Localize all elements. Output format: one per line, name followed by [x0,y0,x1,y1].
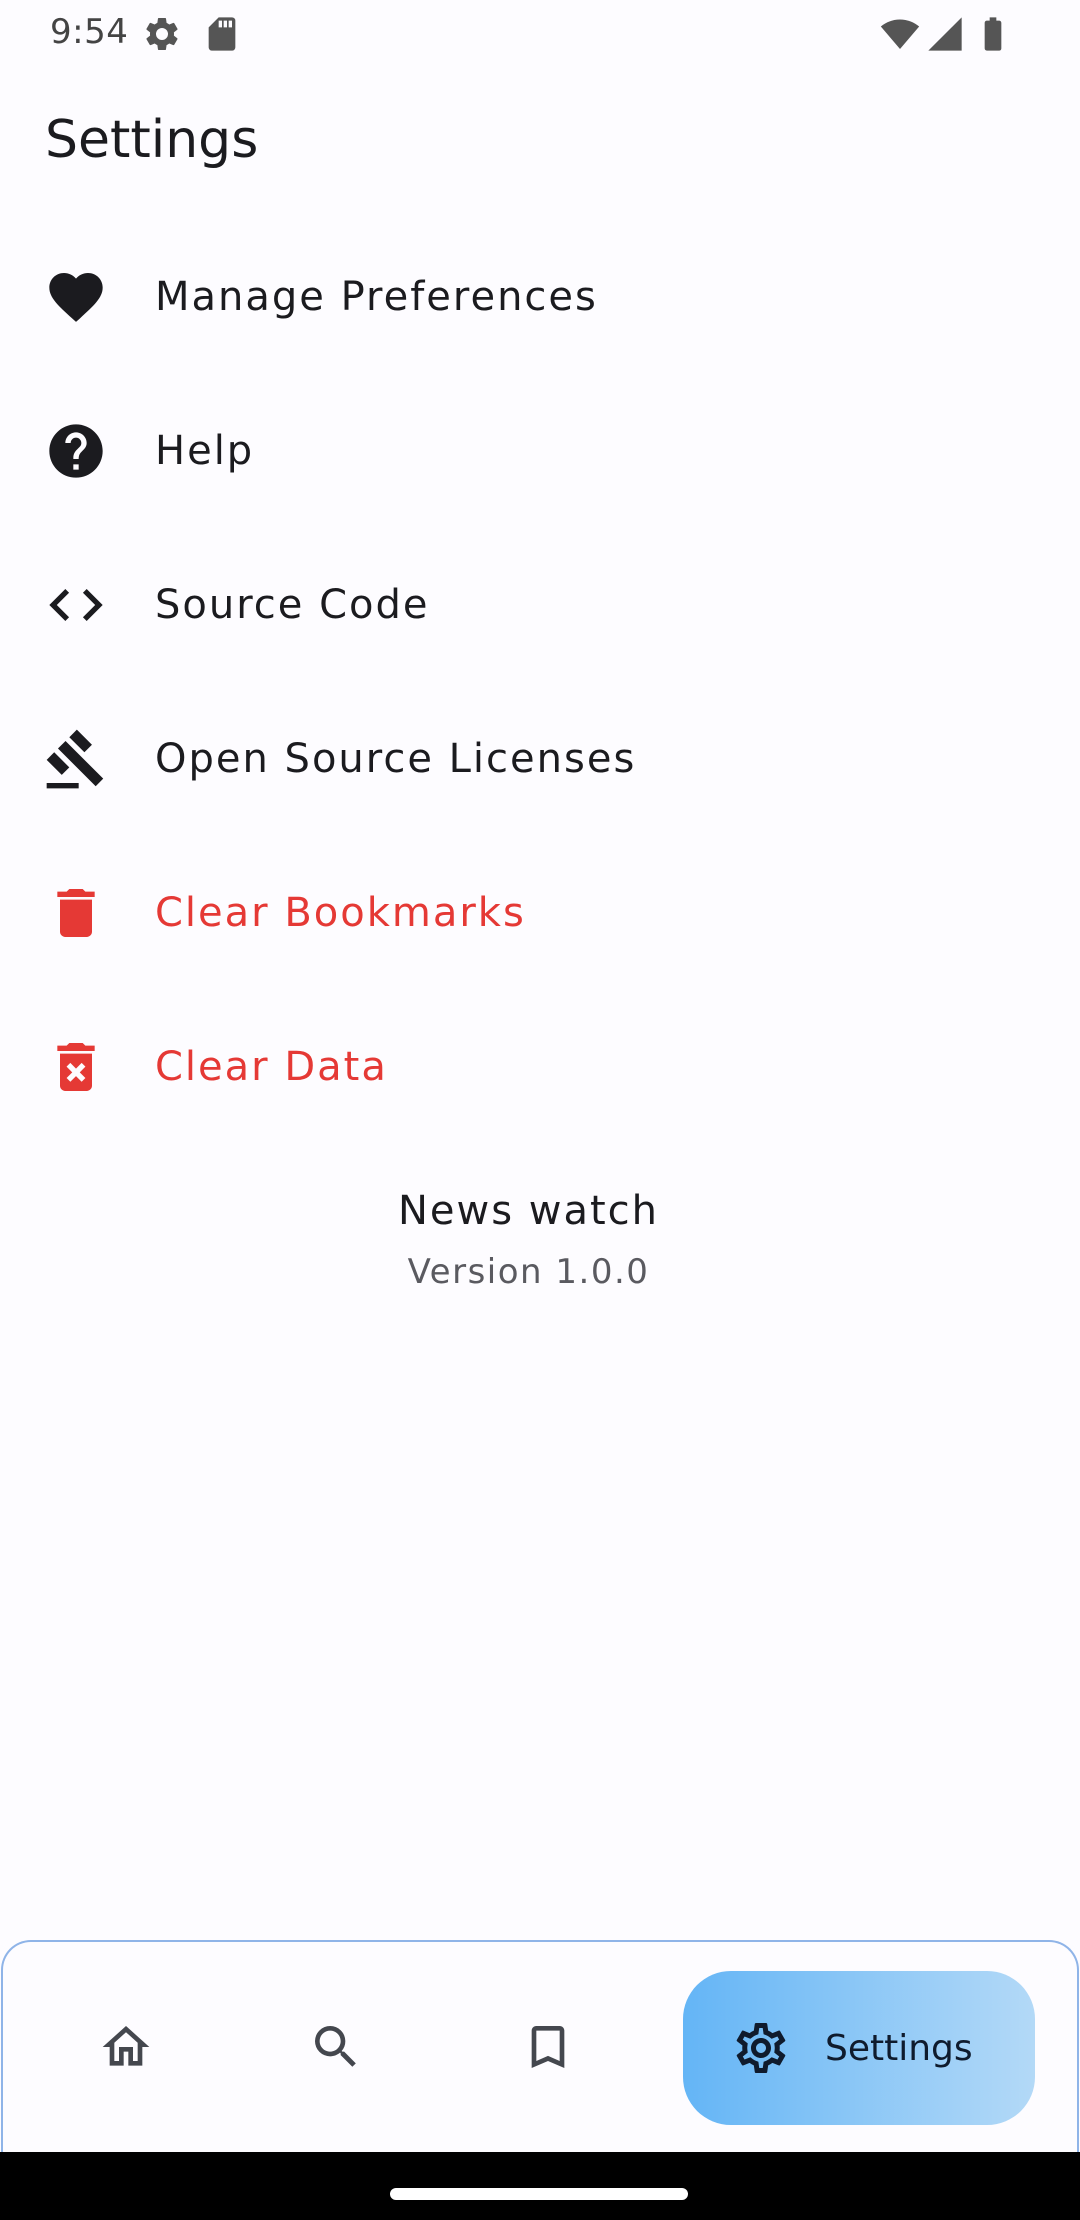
help-label: Help [155,428,255,474]
nav-settings-label: Settings [825,2027,973,2069]
manage-preferences-label: Manage Preferences [155,274,598,320]
search-icon [315,2026,356,2067]
manage-preferences-item[interactable]: Manage Preferences [0,220,1080,374]
settings-gear-icon [142,14,182,54]
sd-card-icon [202,14,242,54]
nav-search[interactable] [281,1982,391,2112]
heart-icon [44,265,108,329]
source-code-label: Source Code [155,582,430,628]
source-code-item[interactable]: Source Code [0,528,1080,682]
app-version: Version 1.0.0 [407,1252,650,1292]
app-name: News watch [397,1188,660,1234]
help-item[interactable]: Help [0,374,1080,528]
gavel-icon [44,727,108,791]
nav-bookmarks[interactable] [493,1982,603,2112]
open-source-licenses-item[interactable]: Open Source Licenses [0,682,1080,836]
clear-data-item[interactable]: Clear Data [0,990,1080,1144]
home-gesture-handle[interactable] [390,2188,688,2200]
status-bar: 9:54 [0,0,1080,66]
bookmark-icon [531,2026,565,2068]
settings-screen: 9:54 Settings Manage Preferences Help So… [0,0,1080,2220]
gesture-navigation-bar [0,2152,1080,2220]
nav-home[interactable] [71,1982,181,2112]
wifi-icon [880,14,920,54]
nav-settings[interactable]: Settings [683,1971,1035,2125]
clear-bookmarks-label: Clear Bookmarks [155,890,526,936]
help-circle-icon [44,419,108,483]
battery-icon [973,14,1013,54]
trash-icon [44,881,108,945]
trash-x-icon [44,1035,108,1099]
clear-bookmarks-item[interactable]: Clear Bookmarks [0,836,1080,990]
settings-icon [731,2018,791,2078]
open-source-licenses-label: Open Source Licenses [155,736,637,782]
clear-data-label: Clear Data [155,1044,388,1090]
bottom-navigation: Settings [1,1940,1079,2152]
page-title: Settings [45,110,259,170]
status-time: 9:54 [50,12,129,52]
signal-icon [925,14,965,54]
settings-list: Manage Preferences Help Source Code Open… [0,220,1080,1144]
home-icon [102,2026,150,2066]
code-icon [44,573,108,637]
